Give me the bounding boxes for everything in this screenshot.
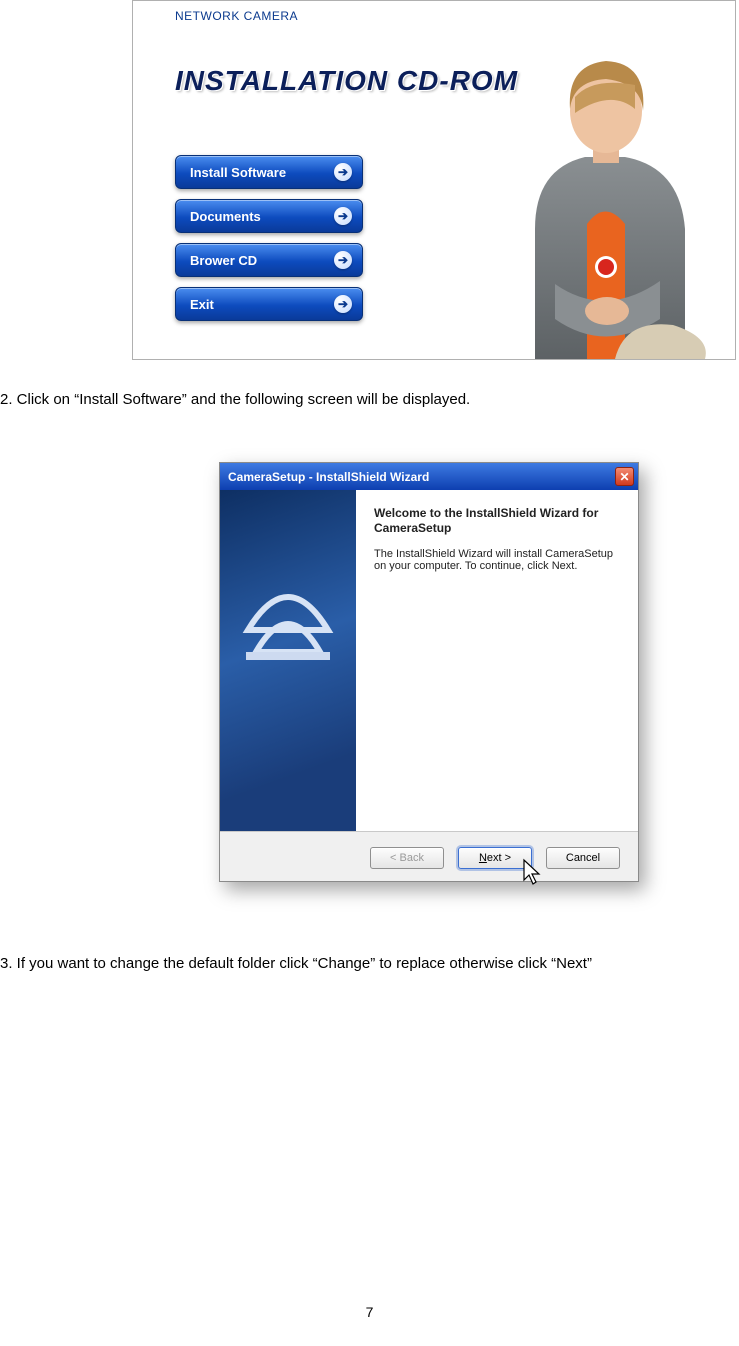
cdrom-subtitle: NETWORK CAMERA bbox=[175, 9, 298, 23]
instruction-step-2: 2. Click on “Install Software” and the f… bbox=[0, 390, 470, 410]
menu-label: Brower CD bbox=[190, 253, 257, 268]
dialog-title: CameraSetup - InstallShield Wizard bbox=[228, 470, 429, 484]
menu-label: Exit bbox=[190, 297, 214, 312]
arrow-right-icon: ➔ bbox=[334, 207, 352, 225]
dialog-heading: Welcome to the InstallShield Wizard for … bbox=[374, 506, 620, 536]
browse-cd-button[interactable]: Brower CD ➔ bbox=[175, 243, 363, 277]
documents-button[interactable]: Documents ➔ bbox=[175, 199, 363, 233]
arrow-right-icon: ➔ bbox=[334, 251, 352, 269]
next-button-rest: ext > bbox=[487, 852, 511, 864]
menu-label: Documents bbox=[190, 209, 261, 224]
arrow-right-icon: ➔ bbox=[334, 295, 352, 313]
page-number: 7 bbox=[0, 1304, 739, 1320]
next-button-mnemonic: N bbox=[479, 852, 487, 864]
instruction-step-3: 3. If you want to change the default fol… bbox=[0, 954, 739, 974]
back-button[interactable]: < Back bbox=[370, 847, 444, 869]
person-photo-placeholder bbox=[475, 19, 735, 359]
dialog-body-text: The InstallShield Wizard will install Ca… bbox=[374, 548, 620, 572]
next-button[interactable]: Next > bbox=[458, 847, 532, 869]
installshield-wizard-dialog: CameraSetup - InstallShield Wizard ✕ Wel… bbox=[219, 462, 639, 882]
cdrom-menu: Install Software ➔ Documents ➔ Brower CD… bbox=[175, 155, 363, 321]
menu-label: Install Software bbox=[190, 165, 286, 180]
cdrom-autorun-panel: NETWORK CAMERA INSTALLATION CD-ROM Insta… bbox=[132, 0, 736, 360]
close-icon[interactable]: ✕ bbox=[615, 467, 634, 486]
cdrom-title: INSTALLATION CD-ROM bbox=[175, 65, 518, 97]
dialog-body: Welcome to the InstallShield Wizard for … bbox=[220, 490, 638, 831]
dialog-footer: < Back Next > Cancel bbox=[220, 831, 638, 883]
dialog-side-graphic bbox=[220, 490, 356, 831]
dialog-titlebar: CameraSetup - InstallShield Wizard ✕ bbox=[220, 463, 638, 490]
cancel-button[interactable]: Cancel bbox=[546, 847, 620, 869]
dialog-main: Welcome to the InstallShield Wizard for … bbox=[356, 490, 638, 831]
install-software-button[interactable]: Install Software ➔ bbox=[175, 155, 363, 189]
arrow-right-icon: ➔ bbox=[334, 163, 352, 181]
mouse-cursor-icon bbox=[522, 858, 542, 886]
exit-button[interactable]: Exit ➔ bbox=[175, 287, 363, 321]
installer-logo-icon bbox=[238, 534, 338, 664]
